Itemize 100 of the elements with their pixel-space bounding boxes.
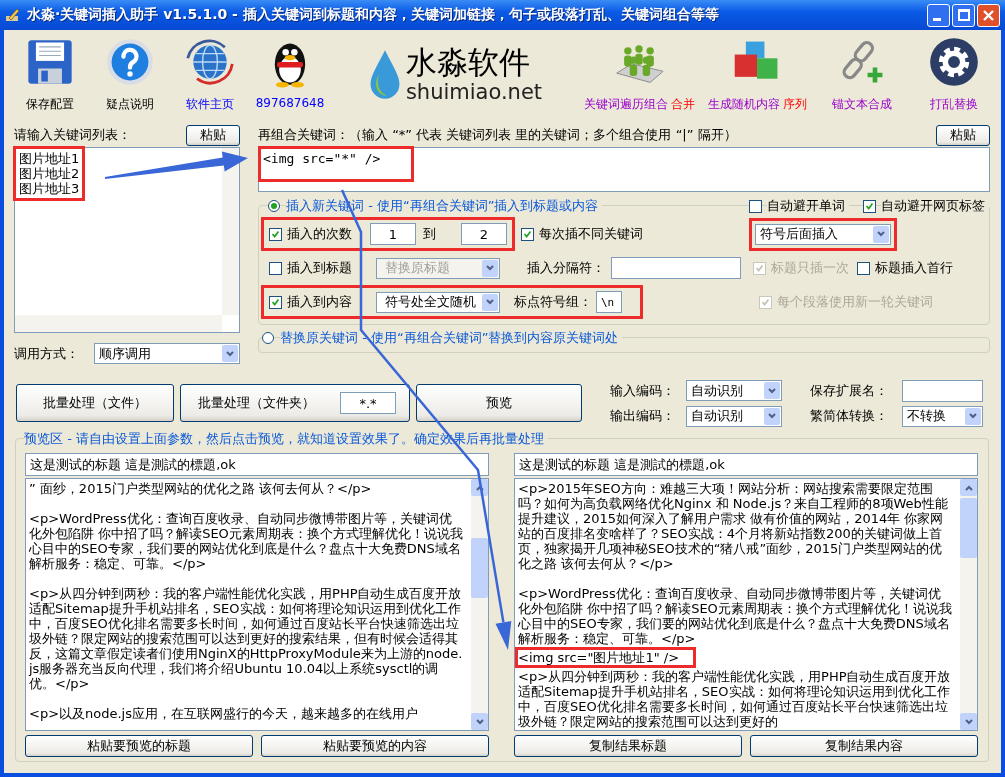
checkbox-label: 自动避开单词: [767, 197, 849, 215]
minimize-button[interactable]: [927, 3, 950, 27]
toolbar-label-tag: 序列: [782, 96, 807, 113]
pencil-icon: [5, 7, 21, 23]
separator-field[interactable]: [611, 257, 741, 279]
checkbox[interactable]: [269, 295, 282, 309]
to-label: 到: [423, 225, 436, 243]
output-encoding-dropdown[interactable]: 自动识别: [686, 405, 782, 427]
toolbar-button[interactable]: 打乱替换: [928, 30, 980, 118]
radio-label: 替换原关键词 - 使用“再组合关键词”替换到内容原关键词处: [280, 329, 623, 347]
text-paragraph: <p>从四分钟到两秒：我的客户端性能优化实践，用PHP自动生成百度开放适配Sitemap提升手机站排名，SEO实战：如何将理论知识运用到优化工作中，百度SEO优化排名需要多长时间，如何通过百度站长平台快速筛选出垃圾外链？限定网站的搜索范围可以达到更好的搜索结果，但有时候会适得其反，这篇文章假定读者们使用NginX的HttpProxyModule来为上游的node.js服务器充当反向代理，我们将介绍Ubuntu 10.04以上系统sysctl的调优。</p>: [29, 586, 464, 691]
checkbox[interactable]: [857, 261, 870, 275]
vertical-scrollbar[interactable]: [222, 148, 239, 315]
close-icon: [983, 9, 994, 21]
checkbox-label: 插入到标题: [287, 259, 352, 277]
toolbar-button[interactable]: 关键词遍历组合 合并: [583, 30, 695, 118]
close-button[interactable]: [977, 3, 1000, 27]
preview-action-button[interactable]: 粘贴要预览的标题: [25, 735, 253, 757]
text-paragraph: <p>2015年SEO方向：难越三大项！网站分析：网站搜索需要限定范围吗？如何为高负载网络优化Nginx 和 Node.js？来自工程师的8项Web性能提升建议，2015如何深入了解用户需求 做有价值的网站，2014年 你家网站的百度排名变啥样了？SEO实战：4个月将新站指数200的关键词做上首页，独家揭开几项神秘SEO技术的“猪八戒”面纱，2015门户类型网站的优化之路 该何去何从？</p>: [518, 481, 949, 571]
checkbox-label: 插入到内容: [287, 293, 352, 311]
checkbox-label: 每次插不同关键词: [539, 225, 643, 243]
toolbar-label-tag: 合并: [670, 96, 695, 113]
checkbox[interactable]: [749, 199, 762, 213]
scrollbar-thumb[interactable]: [471, 538, 488, 598]
keyword-line: 图片地址3: [19, 181, 80, 196]
horizontal-scrollbar[interactable]: [15, 315, 222, 332]
logo-url: shuimiao.net: [405, 80, 543, 104]
extension-field[interactable]: [902, 379, 983, 402]
checkbox-label: 标题插入首行: [875, 259, 953, 277]
checkbox[interactable]: [269, 261, 282, 275]
keyword-list-field[interactable]: 图片地址1 图片地址2 图片地址3: [14, 147, 240, 333]
toolbar-button[interactable]: 897687648: [255, 30, 325, 118]
maximize-icon: [957, 9, 970, 21]
paste-button[interactable]: 粘贴: [186, 124, 240, 146]
toolbar-label: 保存配置: [26, 96, 74, 113]
logo-title: 水淼软件: [405, 44, 531, 80]
content-field[interactable]: [25, 478, 489, 731]
checkbox-label: 自动避开网页标签: [881, 197, 989, 215]
text-paragraph: <img src="图片地址1" />: [518, 650, 694, 665]
toolbar-label: 打乱替换: [930, 96, 978, 113]
file-pattern-field[interactable]: *.*: [340, 392, 396, 414]
toolbar-label: 关键词遍历组合: [583, 96, 668, 113]
window-title: 水淼·关键词插入助手 v1.5.1.0 - 插入关键词到标题和内容，关键词加链接，句子或段落打乱、关键词组合等等: [27, 6, 720, 24]
check-icon: [270, 228, 281, 240]
radio-button[interactable]: [262, 332, 274, 344]
keyword-line: 图片地址2: [19, 166, 80, 181]
punctuation-label: 标点符号组：: [514, 293, 592, 311]
scroll-down-icon[interactable]: [474, 716, 485, 727]
keyword-line: 图片地址1: [19, 151, 80, 166]
batch-file-button[interactable]: 批量处理（文件）: [16, 384, 174, 422]
check-icon: [754, 262, 765, 274]
toolbar-button[interactable]: 生成随机内容 序列: [707, 30, 807, 118]
input-encoding-label: 输入编码：: [610, 381, 676, 400]
separator-label: 插入分隔符：: [527, 259, 605, 277]
checkbox[interactable]: [863, 199, 876, 213]
title-field[interactable]: 这是测试的标题 這是測試的標題,ok: [25, 453, 489, 476]
title-field[interactable]: 这是测试的标题 這是測試的標題,ok: [514, 453, 978, 476]
content-mode-dropdown[interactable]: 符号处全文随机: [376, 291, 500, 313]
preview-action-button[interactable]: 粘贴要预览的内容: [261, 735, 489, 757]
scroll-down-icon[interactable]: [963, 716, 974, 727]
count-from-field[interactable]: 1: [370, 223, 416, 245]
call-mode-dropdown[interactable]: 顺序调用: [94, 343, 240, 364]
recombine-label: 再组合关键词：（输入 “*” 代表 关键词列表 里的关键词；多个组合使用 “|” 隔开）: [258, 126, 737, 144]
checkbox[interactable]: [521, 227, 534, 241]
toolbar-label: 生成随机内容: [707, 96, 780, 113]
position-dropdown[interactable]: 符号后面插入: [755, 223, 891, 245]
keyword-list-label: 请输入关键词列表：: [14, 126, 131, 144]
conversion-dropdown[interactable]: 不转换: [902, 405, 983, 427]
toolbar-label: 锚文本合成: [832, 96, 892, 113]
preview-action-button[interactable]: 复制结果标题: [514, 735, 742, 757]
check-icon: [270, 296, 281, 308]
toolbar-button[interactable]: 软件主页: [184, 30, 236, 118]
toolbar-button[interactable]: 疑点说明: [104, 30, 156, 118]
minimize-icon: [932, 17, 941, 21]
text-paragraph: <p>以及node.js应用，在互联网盛行的今天，越来越多的在线用户: [29, 706, 419, 721]
input-encoding-dropdown[interactable]: 自动识别: [686, 380, 782, 401]
text-paragraph: <p>WordPress优化：查询百度收录、自动同步微博带图片等，关键词优化外包陷阱 你中招了吗？解读SEO元素周期表：换个方式理解优化！说说我心目中的SEO专家，我们要的网站优化到底是什么？盘点十大免费DNS域名解析服务：稳定、可靠。</p>: [518, 586, 953, 646]
checkbox[interactable]: [269, 227, 282, 241]
maximize-button[interactable]: [952, 3, 975, 27]
check-icon: [760, 296, 771, 308]
output-encoding-label: 输出编码：: [610, 407, 676, 425]
content-field[interactable]: [514, 478, 978, 731]
count-to-field[interactable]: 2: [461, 223, 507, 245]
toolbar-label: 897687648: [255, 96, 325, 110]
vertical-scrollbar[interactable]: [960, 479, 977, 730]
text-paragraph: ” 面纱，2015门户类型网站的优化之路 该何去何从？</p>: [29, 481, 373, 496]
preview-action-button[interactable]: 复制结果内容: [750, 735, 978, 757]
check-icon: [864, 200, 875, 212]
vertical-scrollbar[interactable]: [471, 479, 488, 730]
paste-button[interactable]: 粘贴: [936, 124, 990, 146]
preview-button[interactable]: 预览: [416, 384, 582, 422]
radio-button[interactable]: [268, 200, 280, 212]
toolbar-button[interactable]: 锚文本合成: [832, 30, 892, 118]
toolbar-label: 软件主页: [186, 96, 234, 113]
scrollbar-thumb[interactable]: [960, 498, 977, 558]
text-paragraph: <p>从四分钟到两秒：我的客户端性能优化实践，用PHP自动生成百度开放适配Sitemap提升手机站排名，SEO实战：如何将理论知识运用到优化工作中，百度SEO优化排名需要多长时间，如何通过百度站长平台快速筛选出垃圾外链？限定网站的搜索范围可以达到更好的: [518, 669, 952, 729]
punctuation-field[interactable]: \n: [596, 291, 622, 313]
toolbar-button[interactable]: 保存配置: [24, 30, 76, 118]
checkbox-label: 插入的次数: [287, 225, 352, 243]
recombine-field[interactable]: <img src="*" />: [258, 147, 990, 192]
